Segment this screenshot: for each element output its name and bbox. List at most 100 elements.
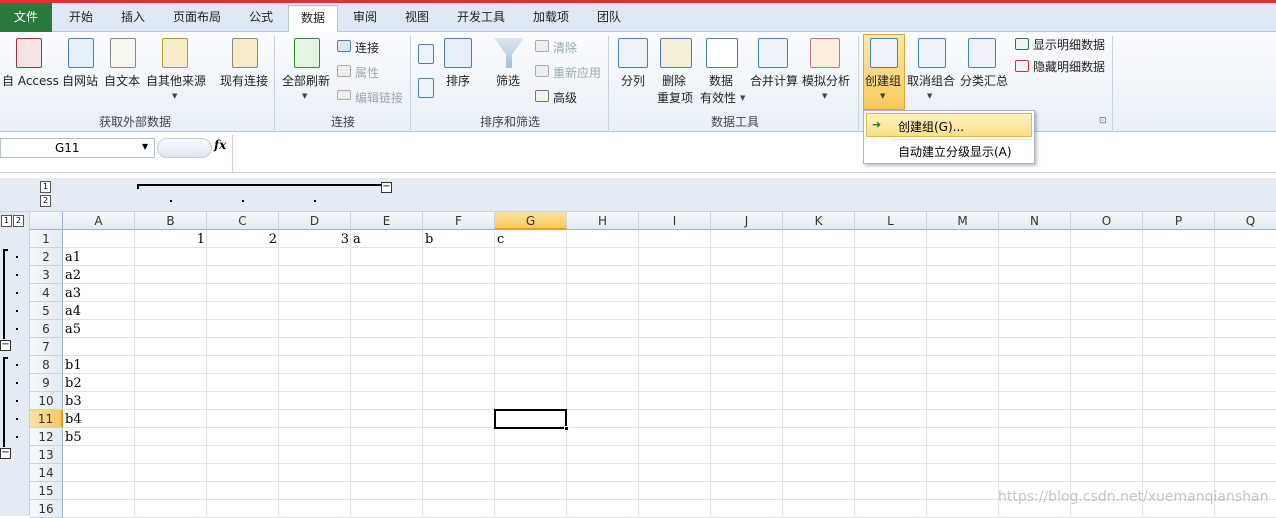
tab-page-layout[interactable]: 页面布局 (162, 5, 232, 32)
column-header-a[interactable]: A (63, 212, 135, 230)
column-header-c[interactable]: C (207, 212, 279, 230)
column-header-b[interactable]: B (135, 212, 207, 230)
subtotal-button[interactable]: 分类汇总 (960, 72, 1008, 89)
from-other-sources-button[interactable]: 自其他来源 (146, 72, 206, 89)
cell-c1[interactable]: 2 (207, 230, 279, 248)
row-header-14[interactable]: 14 (30, 464, 63, 482)
tab-addins[interactable]: 加载项 (520, 5, 582, 32)
cell-a12[interactable]: b5 (63, 428, 135, 446)
column-header-p[interactable]: P (1143, 212, 1215, 230)
collapse-row-group-button[interactable]: − (0, 340, 11, 351)
cell-a2[interactable]: a1 (63, 248, 135, 266)
cell-a5[interactable]: a4 (63, 302, 135, 320)
insert-function-icon[interactable]: fx (214, 138, 226, 152)
remove-duplicates-button[interactable]: 删除 (662, 72, 686, 89)
row-header-6[interactable]: 6 (30, 320, 63, 338)
row-header-11[interactable]: 11 (30, 410, 63, 428)
cell-a10[interactable]: b3 (63, 392, 135, 410)
refresh-all-button[interactable]: 全部刷新 (282, 72, 330, 89)
tab-insert[interactable]: 插入 (108, 5, 158, 32)
row-header-5[interactable]: 5 (30, 302, 63, 320)
cell-b1[interactable]: 1 (135, 230, 207, 248)
selected-cell-g11[interactable] (494, 409, 567, 429)
column-header-o[interactable]: O (1071, 212, 1143, 230)
chevron-down-icon[interactable]: ▼ (142, 142, 148, 151)
what-if-analysis-button[interactable]: 模拟分析 (802, 72, 850, 89)
advanced-button[interactable]: 高级 (553, 89, 577, 106)
row-header-13[interactable]: 13 (30, 446, 63, 464)
collapse-row-group-button[interactable]: − (0, 448, 11, 459)
tab-view[interactable]: 视图 (392, 5, 442, 32)
chevron-down-icon[interactable]: ▼ (880, 92, 885, 100)
column-header-h[interactable]: H (567, 212, 639, 230)
formula-splitter[interactable] (157, 138, 212, 158)
tab-formulas[interactable]: 公式 (236, 5, 286, 32)
tab-review[interactable]: 审阅 (340, 5, 390, 32)
column-header-g[interactable]: G (495, 212, 567, 230)
select-all-button[interactable] (30, 212, 63, 230)
tab-data[interactable]: 数据 (288, 5, 338, 33)
row-header-8[interactable]: 8 (30, 356, 63, 374)
column-header-k[interactable]: K (783, 212, 855, 230)
dialog-launcher-icon[interactable]: ⊡ (1099, 116, 1107, 126)
text-to-columns-button[interactable]: 分列 (621, 72, 645, 89)
tab-team[interactable]: 团队 (586, 5, 632, 32)
column-header-q[interactable]: Q (1215, 212, 1276, 230)
formula-input[interactable] (236, 138, 1266, 158)
sort-descending-icon[interactable] (418, 78, 434, 98)
cell-g1[interactable]: c (495, 230, 567, 248)
from-access-button[interactable]: 自 Access (2, 72, 59, 89)
reapply-button[interactable]: 重新应用 (553, 64, 601, 81)
tab-file[interactable]: 文件 (0, 3, 52, 32)
from-text-button[interactable]: 自文本 (104, 72, 140, 89)
collapse-column-group-button[interactable]: − (381, 182, 392, 193)
column-header-f[interactable]: F (423, 212, 495, 230)
consolidate-button[interactable]: 合并计算 (750, 72, 798, 89)
menu-item-auto-outline[interactable]: 自动建立分级显示(A) (898, 143, 1012, 160)
row-header-16[interactable]: 16 (30, 500, 63, 518)
column-level-2-button[interactable]: 2 (40, 195, 51, 207)
column-header-i[interactable]: I (639, 212, 711, 230)
row-header-4[interactable]: 4 (30, 284, 63, 302)
from-web-button[interactable]: 自网站 (62, 72, 98, 89)
sort-ascending-icon[interactable] (418, 44, 434, 64)
column-header-d[interactable]: D (279, 212, 351, 230)
cell-a11[interactable]: b4 (63, 410, 135, 428)
edit-links-button[interactable]: 编辑链接 (355, 89, 403, 106)
row-header-9[interactable]: 9 (30, 374, 63, 392)
existing-connections-button[interactable]: 现有连接 (220, 72, 268, 89)
fill-handle[interactable] (564, 426, 569, 431)
cell-a3[interactable]: a2 (63, 266, 135, 284)
connections-button[interactable]: 连接 (355, 39, 379, 56)
cell-a4[interactable]: a3 (63, 284, 135, 302)
clear-button[interactable]: 清除 (553, 39, 577, 56)
row-header-10[interactable]: 10 (30, 392, 63, 410)
filter-button[interactable]: 筛选 (496, 72, 520, 89)
hide-detail-button[interactable]: 隐藏明细数据 (1033, 58, 1105, 75)
cell-f1[interactable]: b (423, 230, 495, 248)
row-header-7[interactable]: 7 (30, 338, 63, 356)
row-header-15[interactable]: 15 (30, 482, 63, 500)
row-header-3[interactable]: 3 (30, 266, 63, 284)
cell-a8[interactable]: b1 (63, 356, 135, 374)
sort-button[interactable]: 排序 (446, 72, 470, 89)
column-header-n[interactable]: N (999, 212, 1071, 230)
show-detail-button[interactable]: 显示明细数据 (1033, 36, 1105, 53)
tab-home[interactable]: 开始 (56, 5, 106, 32)
column-header-e[interactable]: E (351, 212, 423, 230)
column-header-m[interactable]: M (927, 212, 999, 230)
row-header-2[interactable]: 2 (30, 248, 63, 266)
cell-a6[interactable]: a5 (63, 320, 135, 338)
name-box[interactable]: G11 ▼ (0, 138, 155, 158)
row-header-12[interactable]: 12 (30, 428, 63, 446)
tab-developer[interactable]: 开发工具 (446, 5, 516, 32)
cell-d1[interactable]: 3 (279, 230, 351, 248)
row-level-1-button[interactable]: 1 (1, 215, 12, 227)
properties-button[interactable]: 属性 (355, 64, 379, 81)
column-level-1-button[interactable]: 1 (40, 181, 51, 193)
ungroup-button[interactable]: 取消组合 (907, 72, 955, 89)
cell-e1[interactable]: a (351, 230, 423, 248)
row-level-2-button[interactable]: 2 (13, 215, 24, 227)
cell-a9[interactable]: b2 (63, 374, 135, 392)
row-header-1[interactable]: 1 (30, 230, 63, 248)
